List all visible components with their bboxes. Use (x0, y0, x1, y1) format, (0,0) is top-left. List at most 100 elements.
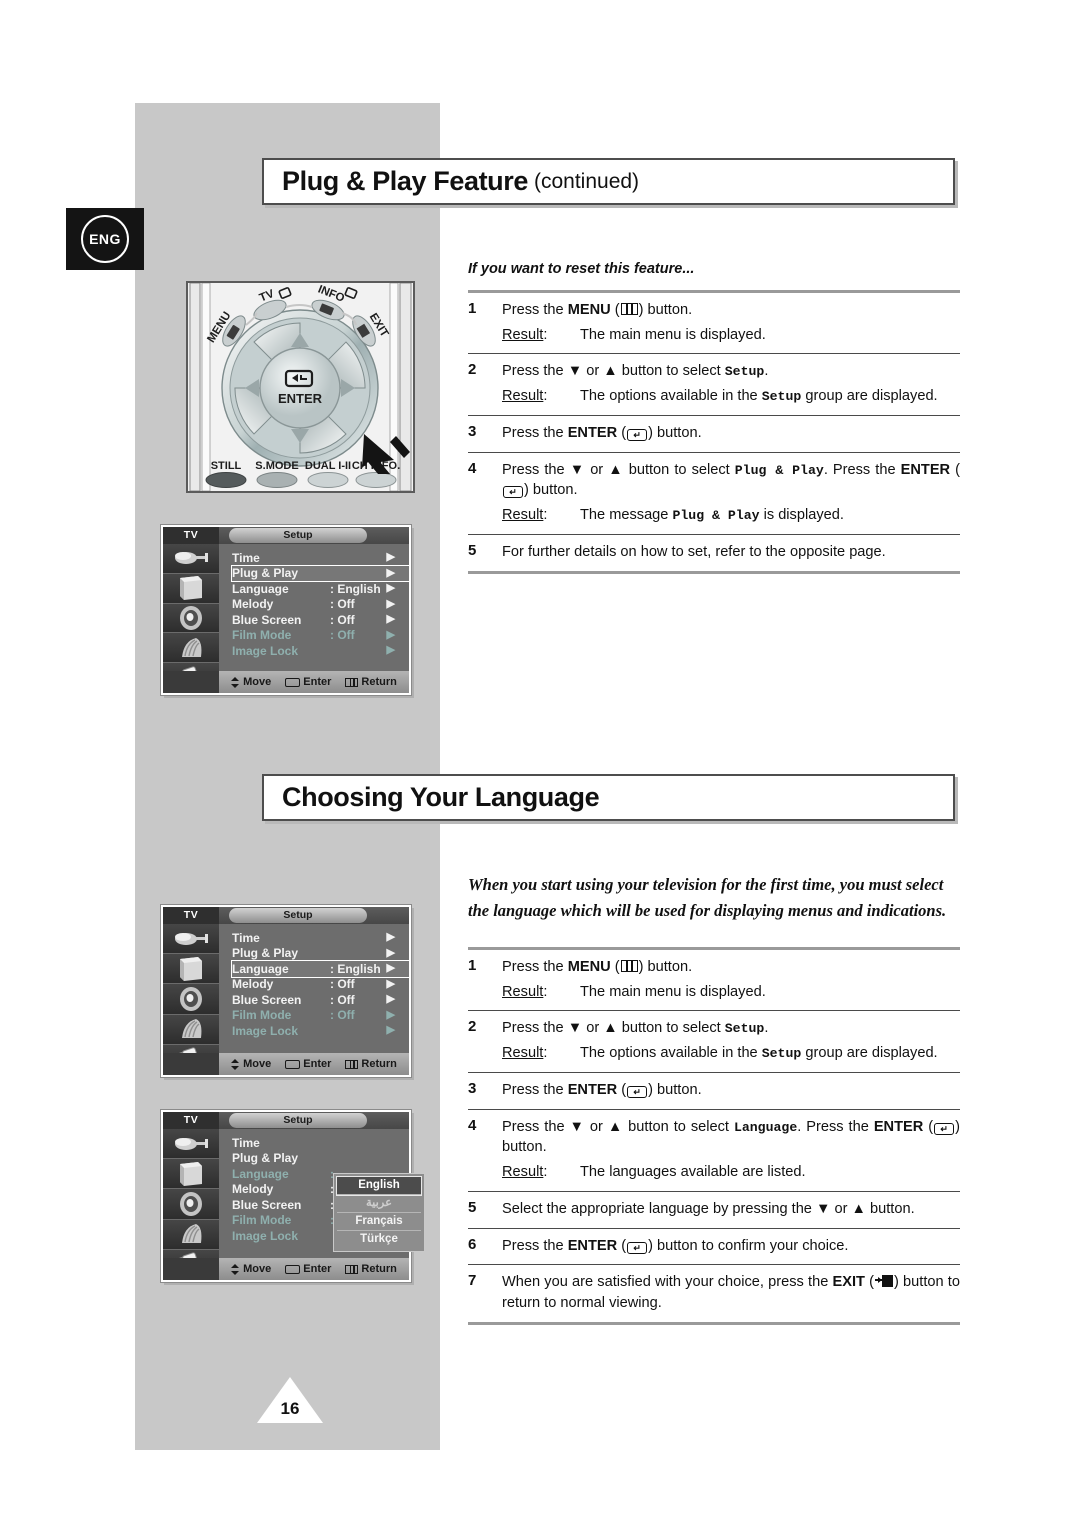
up-down-arrows-icon (231, 676, 240, 688)
osd-bottom-bar: Move Enter Return (219, 671, 409, 693)
picture-icon[interactable] (163, 573, 219, 604)
osd-item-melody[interactable]: Melody: Off ▶ (232, 597, 409, 613)
osd-item-label: Image Lock (232, 643, 299, 658)
step-body: Press the ▼ or ▲ button to select Setup.… (502, 353, 960, 416)
step-number: 5 (468, 533, 502, 573)
steps-table-choosing-language: 1 Press the MENU () button. Result: The mai… (468, 947, 960, 1326)
osd-bottom-left-pad (163, 1053, 219, 1075)
osd-setup-tab[interactable]: Setup (229, 528, 367, 543)
osd-item-time[interactable]: Time ▶ (232, 930, 409, 946)
menu-term: Setup (724, 364, 765, 380)
step-number: 1 (468, 300, 477, 317)
step-instruction: Press the ENTER (↵) button. (502, 1081, 702, 1098)
svg-text:DUAL I-II: DUAL I-II (305, 460, 351, 472)
menu-button-icon (620, 960, 638, 972)
osd-item-language[interactable]: Language: English ▶ (232, 581, 409, 597)
sound-icon[interactable] (163, 984, 219, 1015)
step-number: 3 (468, 1071, 502, 1110)
osd-bottom-bar: Move Enter Return (219, 1258, 409, 1280)
osd-item-list: Time ▶ Plug & Play ▶ Language: English ▶ Melod… (219, 544, 410, 671)
sound-icon[interactable] (163, 603, 219, 634)
plug-icon[interactable] (163, 924, 219, 955)
osd-language-option[interactable]: English (336, 1176, 422, 1196)
emphasis-text: ENTER (567, 1237, 618, 1254)
sound-icon[interactable] (163, 1189, 219, 1220)
step-instruction: Press the MENU () button. (502, 959, 693, 975)
osd-item-plug-play[interactable]: Plug & Play ▶ (231, 564, 410, 582)
osd-item-label: Image Lock (232, 1228, 299, 1243)
result-text: The message Plug & Play is displayed. (580, 507, 844, 524)
osd-setup-tab[interactable]: Setup (229, 1113, 367, 1128)
osd-item-label: Blue Screen (232, 1197, 302, 1212)
picture-icon[interactable] (163, 954, 219, 985)
section-2-intro-wrap: When you start using your television for… (468, 872, 963, 925)
osd-item-plug-play[interactable]: Plug & Play ▶ (232, 946, 409, 962)
osd-language-option[interactable]: عربية (337, 1195, 421, 1213)
manual-page: ENG Plug & Play Feature (continued) If y… (0, 0, 1080, 1528)
picture-icon[interactable] (163, 1159, 219, 1190)
osd-item-language[interactable]: Language: English ▶ (231, 960, 410, 978)
menu-term: Setup (724, 1021, 765, 1037)
emphasis-text: ENTER (567, 1081, 618, 1098)
step-row: 2 Press the ▼ or ▲ button to select Setup… (468, 353, 960, 416)
step-body: Press the ENTER (↵) button. (502, 414, 960, 453)
osd-item-label: Melody (232, 597, 274, 612)
osd-item-time[interactable]: Time (232, 1135, 409, 1151)
result-label: Result: (502, 388, 548, 405)
step-body: Press the ENTER (↵) button to confirm yo… (502, 1227, 960, 1265)
section-title-suffix: (continued) (533, 169, 640, 193)
exit-button-icon (875, 1275, 893, 1288)
step-body: For further details on how to set, refer… (502, 533, 960, 573)
osd-item-blue-screen[interactable]: Blue Screen: Off ▶ (232, 612, 409, 628)
osd-item-film-mode[interactable]: Film Mode: Off ▶ (232, 1008, 409, 1024)
emphasis-text: ENTER (567, 424, 618, 441)
osd-item-plug-play[interactable]: Plug & Play (232, 1151, 409, 1167)
up-down-arrows-icon (231, 1058, 240, 1070)
osd-hint-return: Return (345, 676, 397, 688)
channel-icon[interactable] (163, 633, 219, 664)
result-label: Result: (502, 1045, 548, 1062)
osd-menu-language-options[interactable]: TVSetup7TimePlug & PlayLanguage:Melody:B… (161, 1110, 425, 1282)
osd-menu-language-selected[interactable]: TVSetup7Time▶Plug & Play▶Language: Engli… (161, 905, 411, 1077)
osd-item-label: Language (232, 1166, 289, 1181)
step-number: 2 (468, 353, 502, 416)
plug-icon[interactable] (163, 544, 219, 574)
svg-text:ENTER: ENTER (278, 391, 323, 406)
channel-icon[interactable] (163, 1219, 219, 1250)
osd-item-image-lock[interactable]: Image Lock ▶ (232, 1023, 409, 1039)
osd-language-option[interactable]: Türkçe (337, 1231, 421, 1248)
step-instruction: Press the ▼ or ▲ button to select Setup. (502, 363, 769, 380)
osd-titlebar: TV Setup (163, 1112, 409, 1129)
osd-setup-tab[interactable]: Setup (229, 908, 367, 923)
osd-language-dropdown[interactable]: English عربية Français Türkçe (333, 1173, 425, 1252)
osd-item-melody[interactable]: Melody: Off ▶ (232, 977, 409, 993)
osd-language-option[interactable]: Français (337, 1213, 421, 1231)
osd-item-value: : English (330, 581, 381, 596)
section-header-plug-and-play: Plug & Play Feature (continued) (262, 158, 955, 205)
chevron-right-icon: ▶ (386, 993, 395, 1006)
osd-item-label: Film Mode (232, 1008, 292, 1023)
osd-menu-plug-and-play[interactable]: TVSetup7Time▶Plug & Play▶Language: Engli… (161, 525, 411, 695)
osd-item-label: Time (232, 550, 260, 565)
section-2-intro: When you start using your television for… (468, 875, 947, 921)
osd-item-film-mode[interactable]: Film Mode: Off ▶ (232, 628, 409, 644)
osd-item-value: : Off (330, 628, 355, 643)
osd-item-label: Plug & Play (232, 566, 299, 581)
osd-bottom-bar: Move Enter Return (219, 1053, 409, 1075)
result-label: Result: (502, 1164, 548, 1181)
section-header-choosing-language: Choosing Your Language (262, 774, 955, 821)
step-instruction: Press the ▼ or ▲ button to select Plug &… (502, 461, 961, 499)
osd-item-label: Film Mode (232, 1213, 292, 1228)
channel-icon[interactable] (163, 1014, 219, 1045)
step-result: Result: The message Plug & Play is displa… (502, 505, 960, 526)
step-instruction: Press the ▼ or ▲ button to select Setup. (502, 1020, 769, 1037)
osd-item-blue-screen[interactable]: Blue Screen: Off ▶ (232, 992, 409, 1008)
step-row: 1 Press the MENU () button. Result: The mai… (468, 950, 960, 1011)
step-result: Result: The options available in the Setu… (502, 386, 960, 407)
chevron-right-icon: ▶ (386, 566, 395, 579)
step-row: 1 Press the MENU () button. Result: The mai… (468, 293, 960, 354)
osd-item-time[interactable]: Time ▶ (232, 550, 409, 566)
chevron-right-icon: ▶ (386, 931, 395, 944)
osd-item-image-lock[interactable]: Image Lock ▶ (232, 643, 409, 659)
plug-icon[interactable] (163, 1129, 219, 1160)
